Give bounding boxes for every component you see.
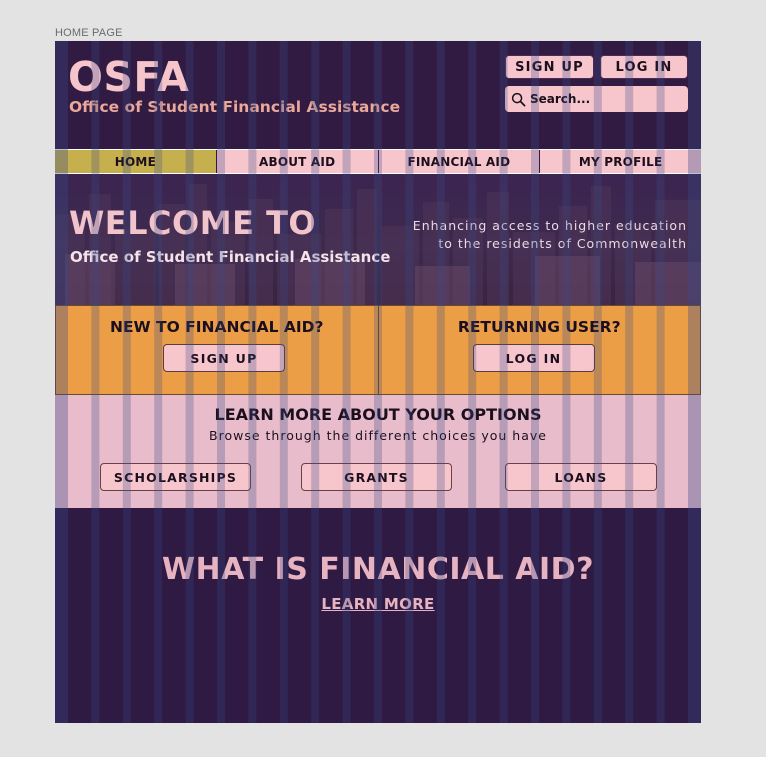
search-icon: [511, 92, 526, 106]
cta-new-title: NEW TO FINANCIAL AID?: [109, 318, 324, 336]
home-page-frame: OSFA Office of Student Financial Assista…: [55, 41, 701, 723]
osfa-logo[interactable]: OSFA: [68, 53, 189, 101]
what-is-title: WHAT IS FINANCIAL AID?: [162, 552, 594, 587]
header-sign-up-button[interactable]: SIGN UP: [505, 55, 594, 79]
options-title: LEARN MORE ABOUT YOUR OPTIONS: [214, 405, 542, 424]
cta-section: NEW TO FINANCIAL AID? SIGN UP RETURNING …: [55, 305, 701, 395]
hero-tagline-line1: Enhancing access to higher education: [412, 218, 687, 233]
frame-label: HOME PAGE: [55, 27, 123, 39]
nav-item-financial-aid[interactable]: FINANCIAL AID: [378, 150, 541, 173]
nav-item-my-profile[interactable]: MY PROFILE: [540, 150, 701, 173]
loans-button[interactable]: LOANS: [505, 463, 657, 491]
hero-subtitle: Office of Student Financial Assistance: [70, 248, 391, 266]
what-is-financial-aid-section: WHAT IS FINANCIAL AID? LEARN MORE: [55, 508, 701, 723]
nav-item-about-aid[interactable]: ABOUT AID: [216, 150, 379, 173]
hero-tagline-line2: to the residents of Commonwealth: [438, 236, 687, 251]
cta-returning-user: RETURNING USER? LOG IN: [378, 305, 701, 395]
hero-title: WELCOME TO: [69, 204, 317, 242]
options-section: LEARN MORE ABOUT YOUR OPTIONS Browse thr…: [55, 395, 701, 508]
grants-button[interactable]: GRANTS: [301, 463, 452, 491]
nav-item-home[interactable]: HOME: [55, 150, 217, 173]
header-log-in-button[interactable]: LOG IN: [600, 55, 688, 79]
search-box[interactable]: [505, 86, 688, 112]
options-subtitle: Browse through the different choices you…: [209, 428, 547, 443]
site-header: OSFA Office of Student Financial Assista…: [55, 41, 701, 150]
site-subtitle: Office of Student Financial Assistance: [69, 98, 401, 116]
learn-more-link[interactable]: LEARN MORE: [55, 595, 701, 613]
search-input[interactable]: [530, 92, 670, 106]
hero-banner: WELCOME TO Office of Student Financial A…: [55, 174, 701, 305]
cta-sign-up-button[interactable]: SIGN UP: [163, 344, 285, 372]
cta-new-user: NEW TO FINANCIAL AID? SIGN UP: [55, 305, 379, 395]
main-nav: HOME ABOUT AID FINANCIAL AID MY PROFILE: [55, 149, 701, 174]
cta-log-in-button[interactable]: LOG IN: [472, 344, 595, 372]
hero-tagline: Enhancing access to higher education to …: [413, 217, 687, 253]
scholarships-button[interactable]: SCHOLARSHIPS: [100, 463, 251, 491]
cta-returning-title: RETURNING USER?: [457, 318, 621, 336]
